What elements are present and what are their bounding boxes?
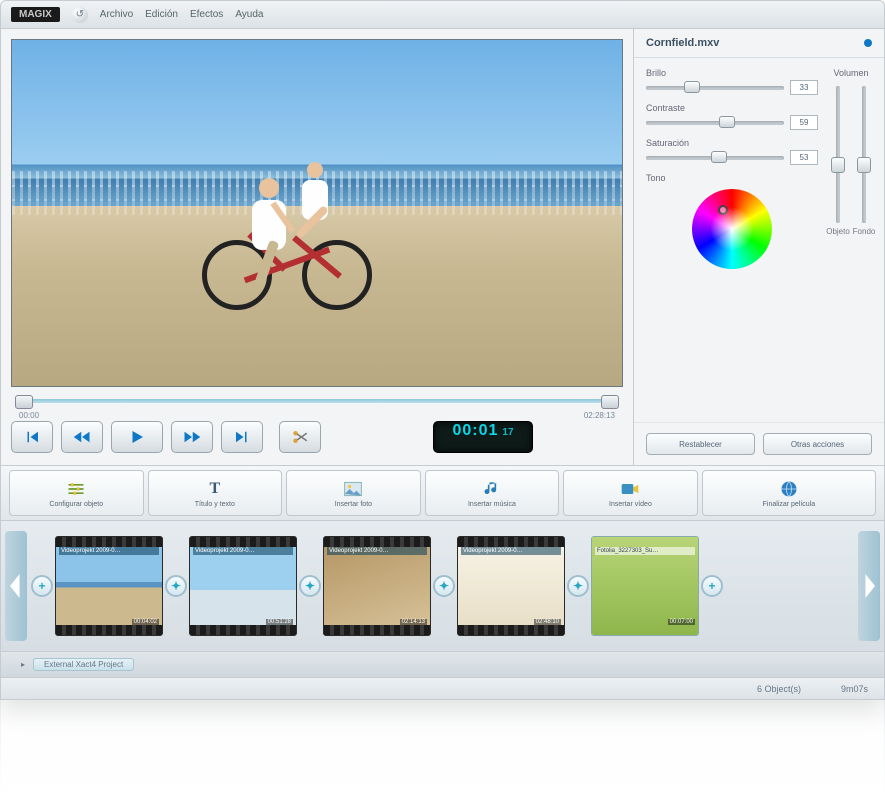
forward-icon bbox=[183, 428, 201, 446]
transition-button[interactable]: ✦ bbox=[433, 575, 455, 597]
music-icon bbox=[482, 479, 502, 499]
undo-icon[interactable]: ↺ bbox=[72, 7, 88, 23]
menu-ayuda[interactable]: Ayuda bbox=[235, 9, 263, 20]
contraste-label: Contraste bbox=[646, 103, 818, 113]
transition-button[interactable]: ✦ bbox=[165, 575, 187, 597]
range-end-handle[interactable] bbox=[601, 395, 619, 409]
volumen-label: Volumen bbox=[833, 68, 868, 78]
brand-badge: MAGIX bbox=[11, 7, 60, 22]
sliders-icon bbox=[66, 479, 86, 499]
clip-3[interactable]: Videoprojekt 2009-0… 02:14:13 bbox=[323, 536, 431, 636]
transport-controls: 00:01 17 bbox=[1, 411, 633, 465]
transition-button[interactable]: ✦ bbox=[299, 575, 321, 597]
volume-fondo-slider[interactable]: Fondo bbox=[856, 86, 872, 236]
preview-monitor[interactable] bbox=[11, 39, 623, 387]
storyboard: + Videoprojekt 2009-0… 00:04:02 ✦ Videop… bbox=[1, 521, 884, 651]
goto-start-button[interactable] bbox=[11, 421, 53, 453]
insertar-video-button[interactable]: Insertar vídeo bbox=[563, 470, 698, 516]
color-wheel[interactable] bbox=[692, 189, 772, 269]
range-end-label: 02:28:13 bbox=[584, 411, 615, 420]
menu-archivo[interactable]: Archivo bbox=[100, 9, 133, 20]
clip-label: Fotolia_3227303_Su… bbox=[595, 547, 695, 555]
status-duration: 9m07s bbox=[841, 684, 868, 694]
range-start-label: 00:00 bbox=[19, 411, 39, 420]
clip-time: 00:51:28 bbox=[266, 619, 293, 625]
goto-end-button[interactable] bbox=[221, 421, 263, 453]
clip-5[interactable]: Fotolia_3227303_Su… 00:07:00 bbox=[591, 536, 699, 636]
rewind-button[interactable] bbox=[61, 421, 103, 453]
panel-title: Cornfield.mxv bbox=[646, 37, 719, 49]
volume-fondo-label: Fondo bbox=[853, 227, 876, 236]
volume-objeto-label: Objeto bbox=[826, 227, 850, 236]
preview-scrubber[interactable]: 00:00 02:28:13 bbox=[11, 391, 623, 411]
clip-time: 00:07:00 bbox=[668, 619, 695, 625]
clip-label: Videoprojekt 2009-0… bbox=[193, 547, 293, 555]
brillo-slider[interactable] bbox=[646, 81, 784, 95]
contraste-value: 59 bbox=[790, 115, 818, 130]
play-button[interactable] bbox=[111, 421, 163, 453]
titulo-texto-button[interactable]: T Título y texto bbox=[148, 470, 283, 516]
timecode-frames: 17 bbox=[502, 427, 513, 438]
saturacion-slider[interactable] bbox=[646, 151, 784, 165]
scissors-icon bbox=[291, 428, 309, 446]
menu-edicion[interactable]: Edición bbox=[145, 9, 178, 20]
brillo-value: 33 bbox=[790, 80, 818, 95]
storyboard-next-button[interactable] bbox=[858, 531, 880, 641]
brillo-label: Brillo bbox=[646, 68, 818, 78]
project-chip[interactable]: External Xact4 Project bbox=[33, 658, 134, 671]
play-icon bbox=[128, 428, 146, 446]
rewind-icon bbox=[73, 428, 91, 446]
chevron-left-icon bbox=[9, 574, 23, 598]
chevron-right-icon bbox=[862, 574, 876, 598]
fast-forward-button[interactable] bbox=[171, 421, 213, 453]
cut-button[interactable] bbox=[279, 421, 321, 453]
clip-4[interactable]: Videoprojekt 2009-0… 02:48:10 bbox=[457, 536, 565, 636]
storyboard-prev-button[interactable] bbox=[5, 531, 27, 641]
color-wheel-pointer-icon[interactable] bbox=[718, 205, 728, 215]
add-before-button[interactable]: + bbox=[31, 575, 53, 597]
volume-objeto-slider[interactable]: Objeto bbox=[830, 86, 846, 236]
tono-label: Tono bbox=[646, 173, 818, 183]
video-icon bbox=[620, 479, 640, 499]
text-icon: T bbox=[205, 479, 225, 499]
clip-time: 02:14:13 bbox=[400, 619, 427, 625]
saturacion-label: Saturación bbox=[646, 138, 818, 148]
menu-efectos[interactable]: Efectos bbox=[190, 9, 223, 20]
configurar-objeto-button[interactable]: Configurar objeto bbox=[9, 470, 144, 516]
clip-1[interactable]: Videoprojekt 2009-0… 00:04:02 bbox=[55, 536, 163, 636]
insertar-foto-button[interactable]: Insertar foto bbox=[286, 470, 421, 516]
timecode-main: 00:01 bbox=[452, 422, 498, 440]
preview-frame bbox=[12, 40, 622, 386]
clip-label: Videoprojekt 2009-0… bbox=[59, 547, 159, 555]
contraste-slider[interactable] bbox=[646, 116, 784, 130]
saturacion-value: 53 bbox=[790, 150, 818, 165]
transition-button[interactable]: ✦ bbox=[567, 575, 589, 597]
clip-2[interactable]: Videoprojekt 2009-0… 00:51:28 bbox=[189, 536, 297, 636]
otras-acciones-button[interactable]: Otras acciones bbox=[763, 433, 872, 455]
clip-time: 02:48:10 bbox=[534, 619, 561, 625]
project-strip: ▸ External Xact4 Project bbox=[1, 651, 884, 677]
restablecer-button[interactable]: Restablecer bbox=[646, 433, 755, 455]
finalizar-pelicula-button[interactable]: Finalizar película bbox=[702, 470, 876, 516]
clip-time: 00:04:02 bbox=[132, 619, 159, 625]
globe-icon bbox=[779, 479, 799, 499]
insertar-musica-button[interactable]: Insertar música bbox=[425, 470, 560, 516]
skip-start-icon bbox=[23, 428, 41, 446]
statusbar: 6 Object(s) 9m07s bbox=[1, 677, 884, 699]
photo-icon bbox=[343, 479, 363, 499]
range-start-handle[interactable] bbox=[15, 395, 33, 409]
clip-label: Videoprojekt 2009-0… bbox=[461, 547, 561, 555]
skip-end-icon bbox=[233, 428, 251, 446]
action-toolbar: Configurar objeto T Título y texto Inser… bbox=[1, 465, 884, 521]
timecode-display: 00:01 17 bbox=[433, 421, 533, 453]
status-object-count: 6 Object(s) bbox=[757, 684, 801, 694]
clip-label: Videoprojekt 2009-0… bbox=[327, 547, 427, 555]
add-after-button[interactable]: + bbox=[701, 575, 723, 597]
properties-panel: Cornfield.mxv Brillo 33 bbox=[634, 29, 884, 465]
status-dot-icon bbox=[864, 39, 872, 47]
menubar: MAGIX ↺ Archivo Edición Efectos Ayuda bbox=[1, 1, 884, 29]
